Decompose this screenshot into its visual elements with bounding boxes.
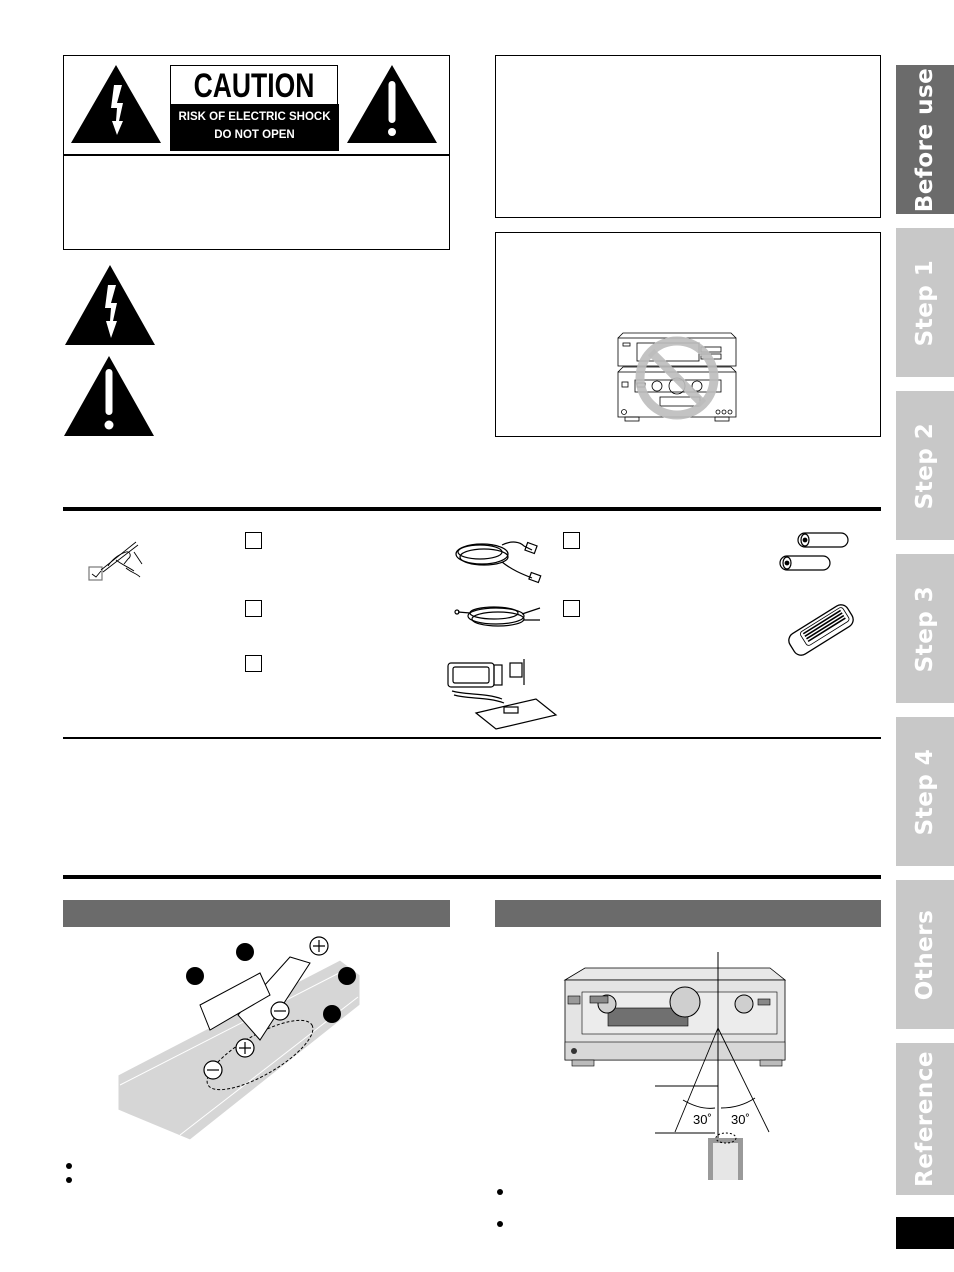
tab-label: Others bbox=[912, 909, 938, 1000]
lightning-warning-icon bbox=[71, 65, 161, 143]
battery-minus-mark-icon bbox=[270, 1001, 290, 1021]
batteries-icon bbox=[779, 532, 849, 571]
battery-plus-mark-icon bbox=[235, 1038, 255, 1058]
remote-note-bullet-1 bbox=[497, 1189, 503, 1195]
angle-label-left: 30˚ bbox=[693, 1112, 712, 1127]
caution-line-2: DO NOT OPEN bbox=[214, 129, 295, 141]
battery-minus-mark-icon bbox=[203, 1060, 223, 1080]
caution-line-1: RISK OF ELECTRIC SHOCK bbox=[178, 111, 331, 123]
step-marker-2 bbox=[236, 943, 254, 961]
lightning-symbol-icon bbox=[65, 265, 155, 345]
accessory-checkbox-5[interactable] bbox=[563, 600, 580, 617]
hand-checking-icon bbox=[88, 541, 143, 581]
tab-before-use[interactable]: Before use bbox=[896, 65, 954, 214]
caution-subtext: RISK OF ELECTRIC SHOCK DO NOT OPEN bbox=[170, 104, 339, 151]
tab-label: Step 2 bbox=[912, 422, 938, 509]
accessory-checkbox-4[interactable] bbox=[563, 532, 580, 549]
exclamation-symbol-icon bbox=[64, 356, 154, 436]
stacked-equipment-prohibited-illustration bbox=[617, 332, 737, 422]
remote-control-icon bbox=[788, 604, 854, 656]
step-marker-1 bbox=[186, 967, 204, 985]
speaker-cable-icon bbox=[454, 606, 541, 627]
caution-box-divider bbox=[64, 154, 449, 156]
caution-title: CAUTION bbox=[193, 67, 315, 105]
tab-label: Step 1 bbox=[912, 259, 938, 346]
battery-plus-mark-icon bbox=[309, 936, 329, 956]
tab-others[interactable]: Others bbox=[896, 880, 954, 1029]
battery-note-bullet-1 bbox=[66, 1163, 72, 1169]
notice-box bbox=[495, 55, 881, 218]
tab-reference[interactable]: Reference bbox=[896, 1043, 954, 1195]
exclamation-warning-icon bbox=[347, 65, 437, 143]
remote-section-top-rule bbox=[63, 875, 881, 879]
caution-label: CAUTION RISK OF ELECTRIC SHOCK DO NOT OP… bbox=[170, 65, 339, 151]
tab-label: Before use bbox=[912, 67, 938, 212]
accessories-top-rule bbox=[63, 507, 881, 511]
accessory-checkbox-3[interactable] bbox=[245, 655, 262, 672]
tab-label: Step 3 bbox=[912, 585, 938, 672]
step-marker-3 bbox=[338, 967, 356, 985]
tab-step-4[interactable]: Step 4 bbox=[896, 717, 954, 866]
receiver-remote-angle-illustration bbox=[563, 952, 787, 1180]
tab-label: Reference bbox=[912, 1051, 938, 1187]
am-fm-antenna-icon bbox=[447, 659, 558, 730]
remote-note-bullet-2 bbox=[497, 1221, 503, 1227]
tab-step-1[interactable]: Step 1 bbox=[896, 228, 954, 377]
ac-power-cord-icon bbox=[455, 541, 542, 584]
accessory-checkbox-1[interactable] bbox=[245, 532, 262, 549]
remote-usage-section-header bbox=[495, 900, 881, 927]
page-number-block bbox=[896, 1217, 954, 1249]
batteries-section-header bbox=[63, 900, 450, 927]
accessories-bottom-rule bbox=[63, 737, 881, 739]
battery-note-bullet-2 bbox=[66, 1177, 72, 1183]
step-marker-4 bbox=[323, 1005, 341, 1023]
angle-label-right: 30˚ bbox=[731, 1112, 750, 1127]
tab-label: Step 4 bbox=[912, 748, 938, 835]
tab-step-3[interactable]: Step 3 bbox=[896, 554, 954, 703]
tab-step-2[interactable]: Step 2 bbox=[896, 391, 954, 540]
accessory-checkbox-2[interactable] bbox=[245, 600, 262, 617]
